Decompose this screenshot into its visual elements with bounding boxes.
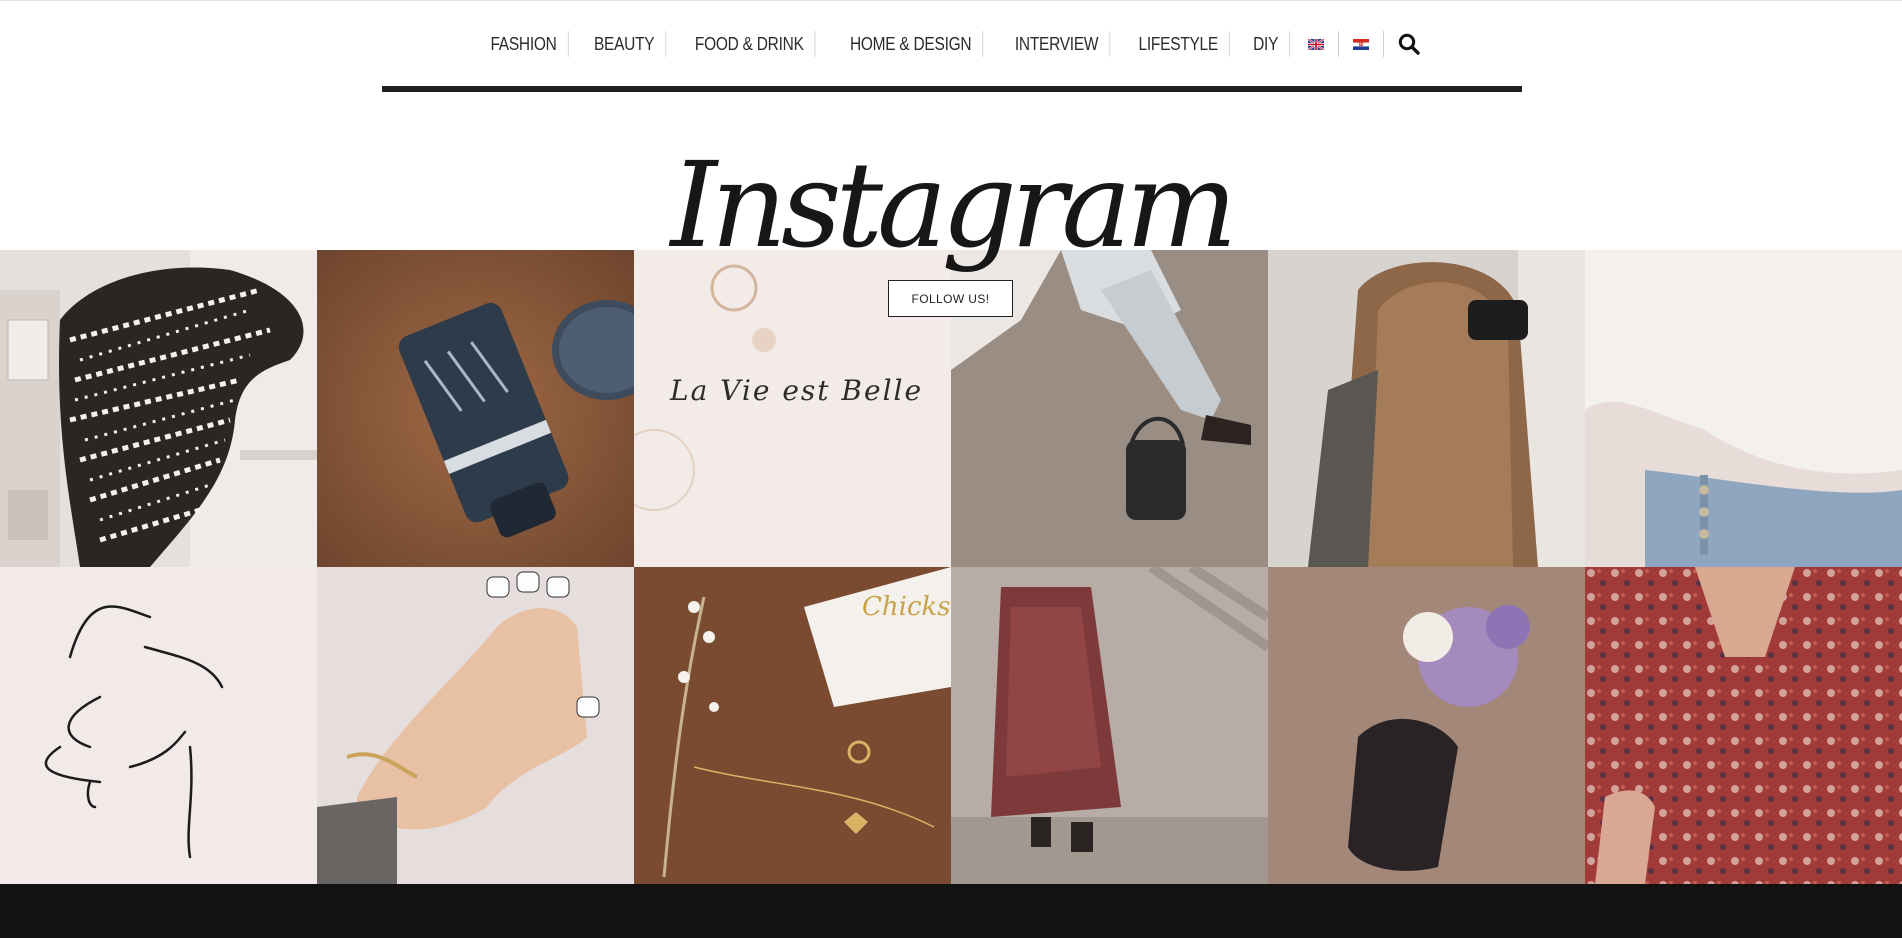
uk-flag-icon	[1308, 38, 1325, 50]
instagram-post-floral-dress[interactable]	[951, 567, 1268, 884]
nav-item-food-drink[interactable]: FOOD & DRINK	[684, 31, 816, 57]
la-vie-est-belle-label: La Vie est Belle	[669, 374, 923, 407]
chicks-jewelry-photo: Chicks	[634, 567, 951, 884]
croatia-flag-icon	[1353, 38, 1370, 50]
search-button[interactable]	[1384, 33, 1430, 55]
instagram-post-manicure[interactable]	[317, 567, 634, 884]
main-navigation: FASHION BEAUTY FOOD & DRINK HOME & DESIG…	[0, 22, 1902, 66]
nav-item-interview[interactable]: INTERVIEW	[1003, 31, 1110, 57]
follow-us-button[interactable]: FOLLOW US!	[888, 280, 1013, 317]
instagram-post-knit-sweater[interactable]	[0, 250, 317, 567]
nav-item-lifestyle[interactable]: LIFESTYLE	[1127, 31, 1230, 57]
instagram-post-chicks-jewelry[interactable]: Chicks	[634, 567, 951, 884]
nav-item-fashion[interactable]: FASHION	[479, 31, 569, 57]
chicks-label: Chicks	[862, 592, 951, 622]
instagram-post-nars-products[interactable]	[317, 250, 634, 567]
lace-top-photo	[1585, 250, 1902, 567]
instagram-post-lace-top[interactable]	[1585, 250, 1902, 567]
language-english[interactable]	[1294, 31, 1340, 57]
hair-clip-photo	[1268, 250, 1585, 567]
knit-sweater-photo	[0, 250, 317, 567]
nars-products-photo	[317, 250, 634, 567]
instagram-post-floral-blouse[interactable]	[1585, 567, 1902, 884]
line-art-photo	[0, 567, 317, 884]
nav-list: FASHION BEAUTY FOOD & DRINK HOME & DESIG…	[472, 31, 1430, 57]
header-divider	[382, 86, 1522, 92]
instagram-grid: La Vie est Belle Chicks	[0, 250, 1902, 884]
top-border	[0, 0, 1902, 1]
dried-flowers-photo	[1268, 567, 1585, 884]
language-croatian[interactable]	[1339, 31, 1385, 57]
nav-item-home-design[interactable]: HOME & DESIGN	[838, 31, 983, 57]
nav-item-diy[interactable]: DIY	[1242, 31, 1291, 57]
instagram-post-line-art[interactable]	[0, 567, 317, 884]
instagram-post-hair-clip[interactable]	[1268, 250, 1585, 567]
instagram-section-title: Instagram	[670, 136, 1237, 274]
floral-dress-photo	[951, 567, 1268, 884]
floral-blouse-photo	[1585, 567, 1902, 884]
page-footer	[0, 884, 1902, 938]
nav-item-beauty[interactable]: BEAUTY	[583, 31, 667, 57]
search-icon	[1398, 33, 1420, 55]
instagram-post-dried-flowers[interactable]	[1268, 567, 1585, 884]
manicure-photo	[317, 567, 634, 884]
